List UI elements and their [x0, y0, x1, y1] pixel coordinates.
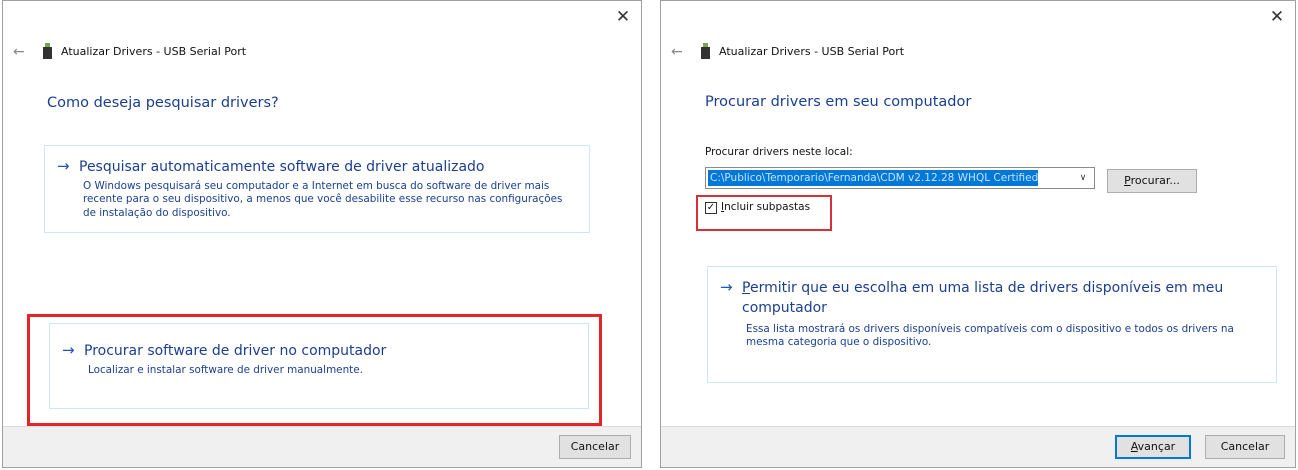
- include-subfolders-label[interactable]: Incluir subpastas: [721, 201, 810, 213]
- right-arrow-icon: →: [720, 278, 733, 296]
- include-subfolders-checkbox[interactable]: ✓: [705, 202, 717, 214]
- right-arrow-icon: →: [57, 157, 70, 175]
- close-icon[interactable]: ✕: [1267, 7, 1287, 27]
- option-title: ermitir que eu escolha em uma lista de d…: [749, 280, 1224, 296]
- dialog-footer: Cancelar: [3, 426, 641, 467]
- driver-path-combobox[interactable]: C:\Publico\Temporario\Fernanda\CDM v2.12…: [705, 167, 1095, 189]
- driver-update-dialog-search-method: ✕ ← Atualizar Drivers - USB Serial Port …: [2, 0, 642, 468]
- driver-update-dialog-browse: ✕ ← Atualizar Drivers - USB Serial Port …: [660, 0, 1296, 468]
- option-description: Localizar e instalar software de driver …: [88, 364, 363, 376]
- browse-computer-option[interactable]: → Procurar software de driver no computad…: [49, 323, 589, 409]
- window-title: Atualizar Drivers - USB Serial Port: [61, 45, 247, 58]
- page-heading: Procurar drivers em seu computador: [705, 94, 972, 110]
- usb-device-icon: [43, 43, 52, 59]
- window-title: Atualizar Drivers - USB Serial Port: [719, 45, 905, 58]
- dialog-footer: Avançar Cancelar: [661, 426, 1295, 467]
- page-heading: Como deseja pesquisar drivers?: [47, 95, 279, 111]
- back-arrow-icon[interactable]: ←: [13, 43, 31, 61]
- chevron-down-icon[interactable]: ∨: [1076, 170, 1090, 186]
- path-selected-text: C:\Publico\Temporario\Fernanda\CDM v2.12…: [708, 170, 1038, 186]
- pick-from-list-option[interactable]: → Permitir que eu escolha em uma lista de…: [707, 266, 1277, 383]
- option-description: Essa lista mostrará os drivers disponíve…: [746, 323, 1234, 349]
- browse-button[interactable]: Procurar...: [1107, 169, 1197, 193]
- close-icon[interactable]: ✕: [613, 7, 633, 27]
- location-label: Procurar drivers neste local:: [705, 146, 853, 158]
- option-title: Pesquisar automaticamente software de dr…: [79, 159, 485, 175]
- option-description: O Windows pesquisará seu computador e a …: [83, 180, 563, 219]
- cancel-button[interactable]: Cancelar: [1205, 435, 1285, 459]
- cancel-button[interactable]: Cancelar: [559, 435, 631, 459]
- search-automatically-option[interactable]: → Pesquisar automaticamente software de d…: [44, 145, 590, 233]
- usb-device-icon: [701, 43, 710, 59]
- back-arrow-icon[interactable]: ←: [671, 43, 689, 61]
- next-button[interactable]: Avançar: [1115, 435, 1191, 459]
- option-title-line2: computador: [742, 300, 827, 316]
- right-arrow-icon: →: [62, 341, 75, 359]
- option-title: Procurar software de driver no computado…: [84, 343, 387, 359]
